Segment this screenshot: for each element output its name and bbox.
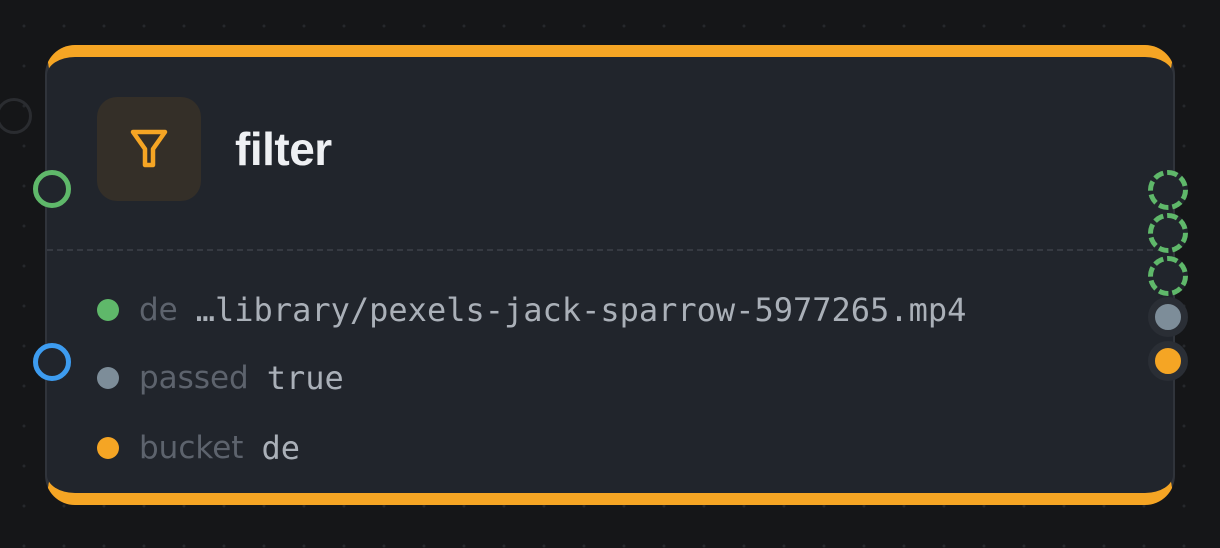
node-header: filter [97,97,1173,201]
output-port-passed[interactable] [1148,297,1188,337]
field-row-de: de …library/pexels-jack-sparrow-5977265.… [97,288,966,332]
field-row-bucket: bucket de [97,426,300,470]
input-port-control[interactable] [33,343,71,381]
field-row-passed: passed true [97,356,344,400]
field-label: de [139,292,178,328]
field-value: de [261,429,300,467]
output-port-bucket[interactable] [1148,341,1188,381]
input-port-data[interactable] [33,170,71,208]
ghost-connection-port [0,98,32,134]
output-port-2[interactable] [1148,213,1188,253]
field-label: passed [139,360,249,396]
field-dot-bucket [97,437,119,459]
field-dot-de [97,299,119,321]
output-port-1[interactable] [1148,170,1188,210]
field-dot-passed [97,367,119,389]
field-value: …library/pexels-jack-sparrow-5977265.mp4 [195,291,967,329]
node-title: filter [235,123,332,175]
output-port-3[interactable] [1148,256,1188,296]
field-value: true [266,359,344,397]
field-label: bucket [139,430,244,466]
header-divider [47,249,1173,251]
filter-node[interactable]: filter de …library/pexels-jack-sparrow-5… [45,45,1175,505]
filter-funnel-icon [97,97,201,201]
